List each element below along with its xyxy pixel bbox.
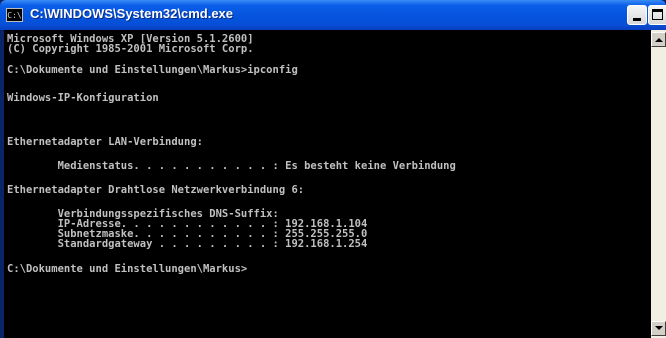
console-line: (C) Copyright 1985-2001 Microsoft Corp. xyxy=(7,43,254,55)
scroll-down-button[interactable] xyxy=(651,321,666,336)
maximize-button[interactable] xyxy=(648,5,666,25)
cmd-console-icon[interactable]: C:\ xyxy=(6,8,23,22)
console-line: C:\Dokumente und Einstellungen\Markus>ip… xyxy=(7,64,298,76)
minimize-icon xyxy=(633,18,641,21)
arrow-up-icon xyxy=(655,38,663,42)
console-line: Ethernetadapter Drahtlose Netzwerkverbin… xyxy=(7,184,305,196)
console-line: Ethernetadapter LAN-Verbindung: xyxy=(7,136,203,148)
console-line: Windows-IP-Konfiguration xyxy=(7,92,159,104)
console-output[interactable]: Microsoft Windows XP [Version 5.1.2600] … xyxy=(4,30,651,338)
arrow-down-icon xyxy=(655,326,663,330)
maximize-icon xyxy=(652,9,663,20)
title-bar[interactable]: C:\ C:\WINDOWS\System32\cmd.exe xyxy=(0,0,666,30)
scroll-up-button[interactable] xyxy=(651,32,666,47)
vertical-scrollbar[interactable] xyxy=(651,30,666,338)
console-line: Medienstatus. . . . . . . . . . . : Es b… xyxy=(7,160,456,172)
window-title: C:\WINDOWS\System32\cmd.exe xyxy=(30,6,234,21)
console-prompt: C:\Dokumente und Einstellungen\Markus> xyxy=(7,263,248,275)
minimize-button[interactable] xyxy=(627,5,647,25)
cmd-window: C:\ C:\WINDOWS\System32\cmd.exe Microsof… xyxy=(0,0,666,338)
console-line: Standardgateway . . . . . . . . . : 192.… xyxy=(7,238,368,250)
